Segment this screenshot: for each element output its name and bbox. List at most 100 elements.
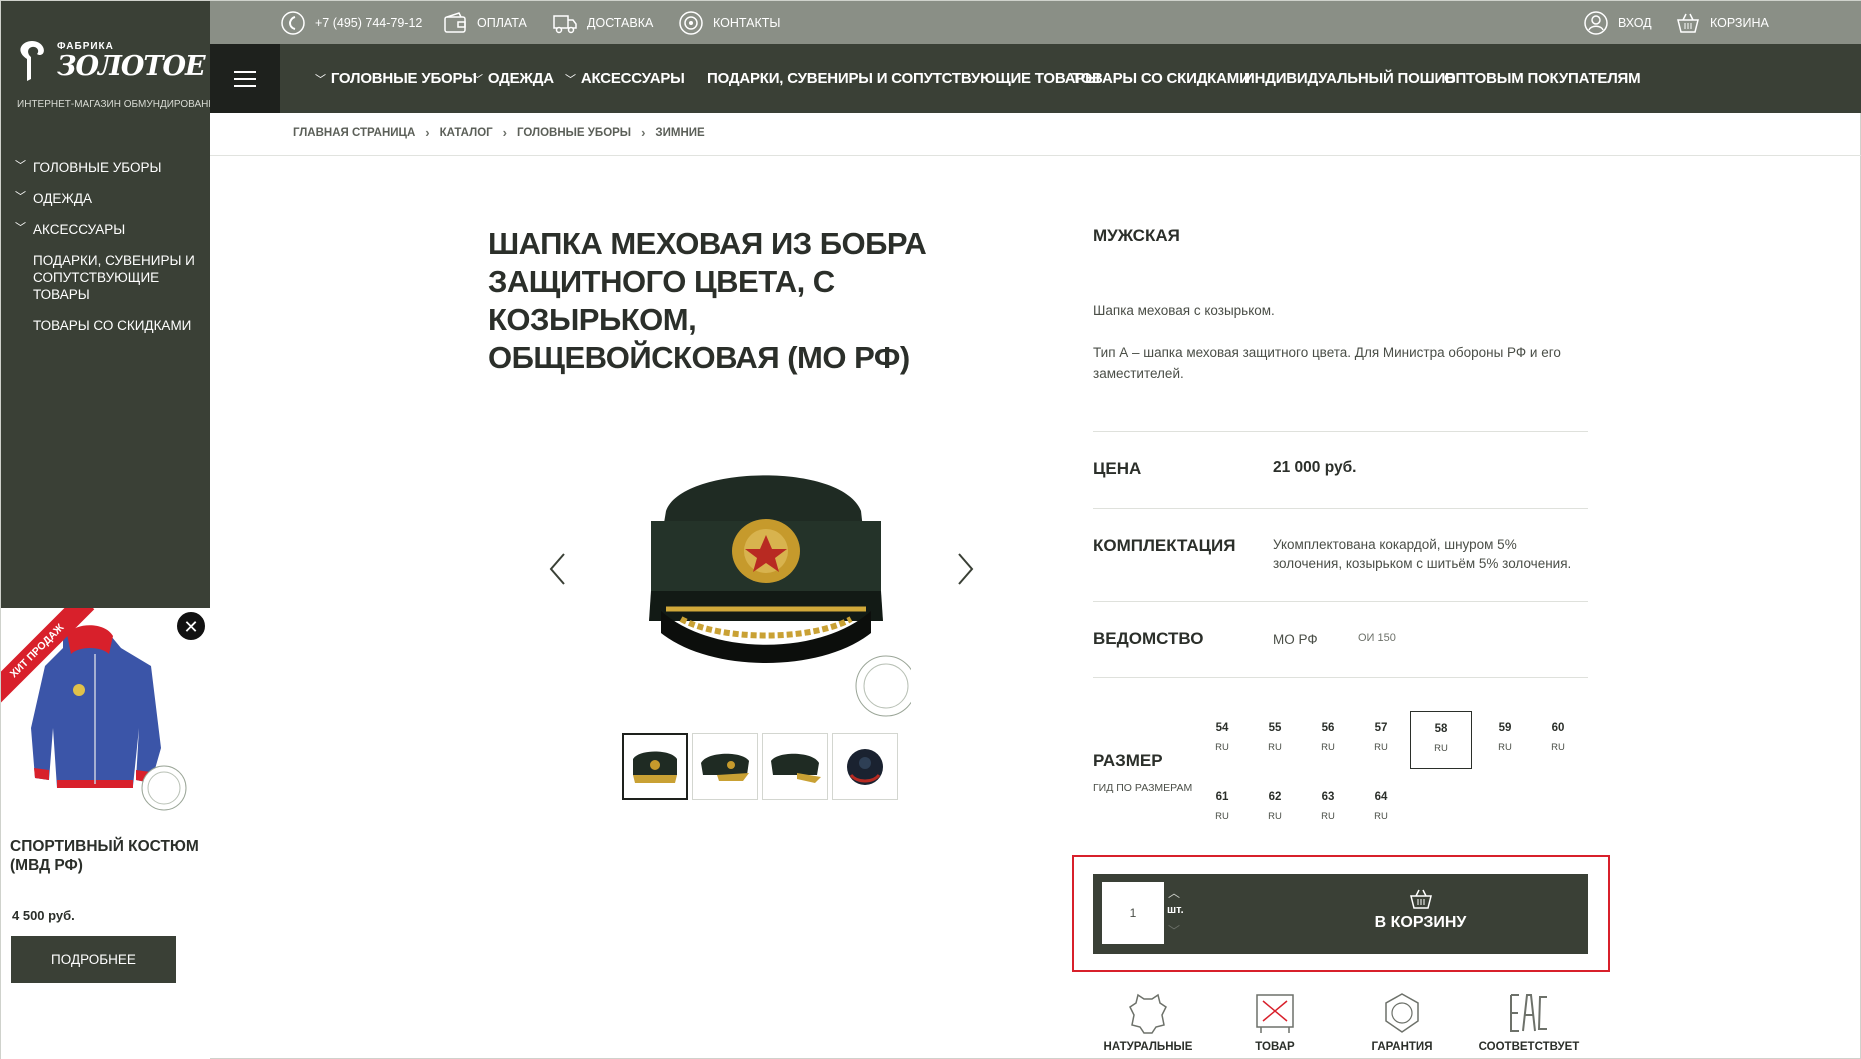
- add-to-cart-button[interactable]: В КОРЗИНУ: [1253, 874, 1588, 954]
- divider: [1093, 431, 1588, 432]
- chevron-down-icon: ﹀: [565, 73, 576, 86]
- nav-item-label: ГОЛОВНЫЕ УБОРЫ: [330, 70, 477, 87]
- product-gallery: [541, 441, 981, 721]
- sidebar-item-label: ОДЕЖДА: [33, 191, 92, 206]
- divider: [1093, 508, 1588, 509]
- feature-label: НАТУРАЛЬНЫЕ: [1103, 1041, 1193, 1053]
- promo-details-button[interactable]: ПОДРОБНЕЕ: [11, 936, 176, 983]
- thumbnail[interactable]: [622, 733, 688, 800]
- feature-label: ГАРАНТИЯ: [1371, 1041, 1433, 1053]
- package-icon: [1256, 994, 1294, 1033]
- product-features: НАТУРАЛЬНЫЕ ТОВАР ГАРАНТИЯ СООТВЕТСТВУЕТ: [1093, 991, 1593, 1059]
- feature-natural: НАТУРАЛЬНЫЕ: [1093, 991, 1203, 1053]
- promo-product-image[interactable]: ХИТ ПРОДАЖ: [1, 608, 210, 818]
- breadcrumb: ГЛАВНАЯ СТРАНИЦА › КАТАЛОГ › ГОЛОВНЫЕ УБ…: [293, 125, 705, 140]
- feature-product: ТОВАР: [1220, 991, 1330, 1053]
- breadcrumb-catalog[interactable]: КАТАЛОГ: [440, 127, 493, 139]
- nav-item-tailoring[interactable]: ИНДИВИДУАЛЬНЫЙ ПОШИВ: [1244, 44, 1456, 113]
- chevron-down-icon: ﹀: [315, 73, 326, 86]
- delivery-link[interactable]: ДОСТАВКА: [552, 1, 653, 44]
- location-target-icon: [679, 10, 703, 35]
- size-option-60[interactable]: 60 RU: [1527, 711, 1589, 769]
- add-to-cart-label: В КОРЗИНУ: [1374, 914, 1467, 931]
- sidebar-item-label: ГОЛОВНЫЕ УБОРЫ: [33, 160, 162, 175]
- sidebar-item-label: ПОДАРКИ, СУВЕНИРЫ И СОПУТСТВУЮЩИЕ ТОВАРЫ: [33, 253, 195, 302]
- quantity-unit: шт.: [1167, 904, 1184, 916]
- sidebar-item-discounts[interactable]: ТОВАРЫ СО СКИДКАМИ: [15, 317, 205, 334]
- nav-item-clothing[interactable]: ﹀ ОДЕЖДА: [472, 44, 554, 113]
- breadcrumb-headwear[interactable]: ГОЛОВНЫЕ УБОРЫ: [517, 127, 631, 139]
- department-code: ОИ 150: [1358, 632, 1396, 644]
- thumbnail-strip: [622, 733, 898, 800]
- sidebar-item-gifts[interactable]: ПОДАРКИ, СУВЕНИРЫ И СОПУТСТВУЮЩИЕ ТОВАРЫ: [15, 252, 205, 303]
- divider: [1093, 601, 1588, 602]
- breadcrumb-home[interactable]: ГЛАВНАЯ СТРАНИЦА: [293, 127, 415, 139]
- prev-arrow-icon[interactable]: [546, 551, 570, 587]
- description-line: Тип А – шапка меховая защитного цвета. Д…: [1093, 345, 1561, 381]
- logo-tagline: ИНТЕРНЕТ-МАГАЗИН ОБМУНДИРОВАНИЯ: [17, 99, 223, 110]
- size-guide-link[interactable]: ГИД ПО РАЗМЕРАМ: [1093, 782, 1192, 794]
- sidebar-item-headwear[interactable]: ﹀ ГОЛОВНЫЕ УБОРЫ: [15, 159, 205, 176]
- user-icon: [1584, 10, 1608, 35]
- phone-link[interactable]: +7 (495) 744-79-12: [280, 1, 422, 44]
- nav-item-discounts[interactable]: ТОВАРЫ СО СКИДКАМИ: [1072, 44, 1250, 113]
- promo-popup: ХИТ ПРОДАЖ ✕ СПОРТИВНЫЙ КОСТЮМ (МВД РФ) …: [1, 608, 210, 1059]
- nav-item-label: ТОВАРЫ СО СКИДКАМИ: [1072, 70, 1250, 87]
- login-link[interactable]: ВХОД: [1583, 1, 1652, 44]
- sidebar-item-label: ТОВАРЫ СО СКИДКАМИ: [33, 318, 192, 333]
- breadcrumb-divider: [210, 155, 1861, 156]
- description-line: Шапка меховая с козырьком.: [1093, 303, 1275, 318]
- next-arrow-icon[interactable]: [953, 551, 977, 587]
- page: ФАБРИКА ЗОЛОТОЕ РУНО ИНТЕРНЕТ-МАГАЗИН ОБ…: [0, 0, 1861, 1059]
- chevron-down-icon: ﹀: [15, 222, 26, 234]
- size-option-57[interactable]: 57 RU: [1350, 711, 1412, 769]
- sidebar-item-accessories[interactable]: ﹀ АКСЕССУАРЫ: [15, 221, 205, 238]
- product-description: Шапка меховая с козырьком. Тип А – шапка…: [1093, 300, 1593, 405]
- department-label: ВЕДОМСТВО: [1093, 629, 1204, 648]
- quality-seal-icon: [1385, 993, 1419, 1033]
- nav-item-label: ИНДИВИДУАЛЬНЫЙ ПОШИВ: [1244, 70, 1456, 87]
- close-icon[interactable]: ✕: [176, 611, 206, 641]
- kit-label: КОМПЛЕКТАЦИЯ: [1093, 536, 1236, 555]
- quantity-input[interactable]: [1102, 882, 1164, 944]
- payment-link[interactable]: ОПЛАТА: [442, 1, 527, 44]
- site-logo[interactable]: ФАБРИКА ЗОЛОТОЕ РУНО ИНТЕРНЕТ-МАГАЗИН ОБ…: [15, 37, 301, 113]
- basket-icon: [1677, 13, 1699, 33]
- size-option-58-selected[interactable]: 58 RU: [1410, 711, 1472, 769]
- nav-item-wholesale[interactable]: ОПТОВЫМ ПОКУПАТЕЛЯМ: [1444, 44, 1641, 113]
- thumbnail[interactable]: [692, 733, 758, 800]
- chevron-down-icon: ﹀: [15, 191, 26, 203]
- contacts-link[interactable]: КОНТАКТЫ: [678, 1, 780, 44]
- nav-item-label: ОПТОВЫМ ПОКУПАТЕЛЯМ: [1444, 70, 1641, 87]
- sidebar-item-label: АКСЕССУАРЫ: [33, 222, 126, 237]
- product-title: ШАПКА МЕХОВАЯ ИЗ БОБРА ЗАЩИТНОГО ЦВЕТА, …: [488, 226, 927, 375]
- chevron-right-icon: ›: [641, 125, 646, 140]
- chevron-down-icon: ﹀: [15, 160, 26, 172]
- feature-label: ТОВАР: [1255, 1041, 1295, 1053]
- thumbnail[interactable]: [762, 733, 828, 800]
- thumbnail[interactable]: [832, 733, 898, 800]
- nav-item-headwear[interactable]: ﹀ ГОЛОВНЫЕ УБОРЫ: [315, 44, 477, 113]
- divider: [1093, 677, 1588, 678]
- product-main-image[interactable]: [621, 441, 911, 721]
- feature-guarantee: ГАРАНТИЯ: [1347, 991, 1457, 1053]
- sidebar-item-clothing[interactable]: ﹀ ОДЕЖДА: [15, 190, 205, 207]
- add-to-cart-bar: ︿ шт. ﹀ В КОРЗИНУ: [1093, 874, 1588, 954]
- cart-link[interactable]: КОРЗИНА: [1675, 1, 1769, 44]
- nav-item-gifts[interactable]: ПОДАРКИ, СУВЕНИРЫ И СОПУТСТВУЮЩИЕ ТОВАРЫ: [707, 44, 1100, 113]
- size-label: РАЗМЕР: [1093, 751, 1163, 770]
- nav-item-label: АКСЕССУАРЫ: [580, 70, 685, 87]
- hamburger-menu-icon[interactable]: [210, 44, 280, 113]
- promo-price: 4 500 руб.: [12, 908, 75, 923]
- eac-mark-icon: [1510, 994, 1547, 1032]
- sidebar-menu: ﹀ ГОЛОВНЫЕ УБОРЫ ﹀ ОДЕЖДА ﹀ АКСЕССУАРЫ П…: [15, 159, 205, 348]
- size-option-64[interactable]: 64 RU: [1350, 780, 1412, 838]
- nav-item-label: ОДЕЖДА: [487, 70, 554, 87]
- quantity-decrease-icon[interactable]: ﹀: [1168, 922, 1180, 939]
- breadcrumb-current: ЗИМНИЕ: [655, 126, 705, 139]
- basket-icon: [1409, 889, 1432, 909]
- delivery-label: ДОСТАВКА: [587, 15, 654, 30]
- nav-item-accessories[interactable]: ﹀ АКСЕССУАРЫ: [565, 44, 685, 113]
- nav-item-label: ПОДАРКИ, СУВЕНИРЫ И СОПУТСТВУЮЩИЕ ТОВАРЫ: [707, 70, 1100, 87]
- quantity-increase-icon[interactable]: ︿: [1168, 884, 1180, 901]
